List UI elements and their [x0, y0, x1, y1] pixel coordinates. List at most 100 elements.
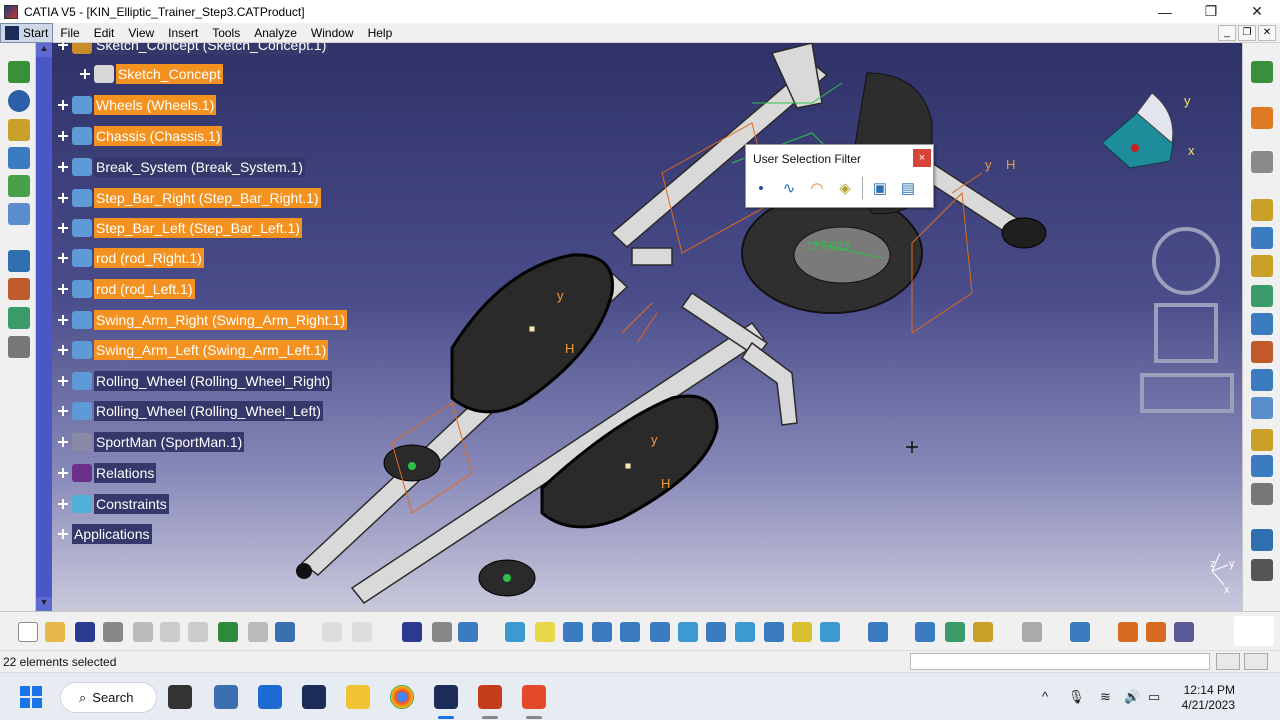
command-input[interactable]: [910, 653, 1210, 670]
help-icon[interactable]: [275, 622, 295, 642]
new-file-icon[interactable]: [18, 622, 38, 642]
menu-file[interactable]: File: [53, 26, 86, 40]
catalog-icon[interactable]: [8, 336, 30, 358]
expand-icon[interactable]: [58, 284, 68, 294]
manipulate-icon[interactable]: [1251, 199, 1273, 221]
close-window-button[interactable]: ✕: [1234, 0, 1280, 23]
iso-view-icon[interactable]: [735, 622, 755, 642]
parameters-icon[interactable]: [458, 622, 478, 642]
snipping-tool-icon[interactable]: [522, 685, 546, 709]
measure-between-icon[interactable]: [915, 622, 935, 642]
hide-show-icon[interactable]: [764, 622, 784, 642]
component-icon[interactable]: [8, 278, 30, 300]
product-icon[interactable]: [8, 61, 30, 83]
pan-icon[interactable]: [563, 622, 583, 642]
fit-all-icon[interactable]: [535, 622, 555, 642]
render-style-icon[interactable]: [820, 622, 840, 642]
texture-icon[interactable]: [1146, 622, 1166, 642]
expand-icon[interactable]: [58, 406, 68, 416]
expand-icon[interactable]: [58, 315, 68, 325]
expand-icon[interactable]: [58, 437, 68, 447]
expand-icon[interactable]: [58, 100, 68, 110]
reuse-pattern-icon[interactable]: [1251, 455, 1273, 477]
fix-icon[interactable]: [1251, 397, 1273, 419]
analysis-icon[interactable]: [868, 622, 888, 642]
microphone-icon[interactable]: 🎙: [1068, 689, 1085, 705]
file-explorer-icon[interactable]: [346, 685, 370, 709]
print-icon[interactable]: [103, 622, 123, 642]
mechanism-icon[interactable]: [8, 90, 30, 112]
scroll-down-arrow-icon[interactable]: ▼: [36, 597, 52, 611]
menu-help[interactable]: Help: [361, 26, 400, 40]
explode-icon[interactable]: [1251, 255, 1273, 277]
doc-close-button[interactable]: ✕: [1258, 24, 1276, 41]
measure-item-icon[interactable]: [945, 622, 965, 642]
formula-icon[interactable]: [322, 622, 342, 642]
tree-structure-icon[interactable]: [8, 147, 30, 169]
table-icon[interactable]: [402, 622, 422, 642]
catia-active-icon[interactable]: [434, 685, 458, 709]
lock-icon[interactable]: [432, 622, 452, 642]
selection-filter-close-button[interactable]: ×: [913, 149, 931, 167]
network-app-icon[interactable]: [214, 685, 238, 709]
expand-icon[interactable]: [58, 162, 68, 172]
graph-icon[interactable]: [8, 203, 30, 225]
select-icon[interactable]: [1251, 107, 1273, 129]
new-component-icon[interactable]: [1251, 61, 1273, 83]
status-panel-button[interactable]: [1216, 653, 1240, 670]
refresh-icon[interactable]: [1022, 622, 1042, 642]
volume-filter-icon[interactable]: ◈: [834, 177, 856, 199]
zoom-in-icon[interactable]: [620, 622, 640, 642]
simulation-icon[interactable]: [1251, 529, 1273, 551]
angle-icon[interactable]: [1251, 369, 1273, 391]
expand-icon[interactable]: [58, 468, 68, 478]
open-folder-icon[interactable]: [45, 622, 65, 642]
expand-icon[interactable]: [58, 529, 68, 539]
measure-inertia-icon[interactable]: [973, 622, 993, 642]
feature-element-filter-icon[interactable]: ▣: [869, 177, 891, 199]
tree-scrollbar[interactable]: ▲ ▼: [36, 43, 52, 611]
paste-icon[interactable]: [188, 622, 208, 642]
curve-filter-icon[interactable]: ∿: [778, 177, 800, 199]
system-clock[interactable]: 12:14 PM 4/21/2023: [1178, 683, 1235, 713]
part-icon[interactable]: [8, 307, 30, 329]
expand-icon[interactable]: [58, 253, 68, 263]
catalog-browser-icon[interactable]: [1174, 622, 1194, 642]
wifi-icon[interactable]: ≋: [1100, 689, 1111, 705]
hierarchy-icon[interactable]: [8, 250, 30, 272]
update-icon[interactable]: [1251, 429, 1273, 451]
apply-material-icon[interactable]: [1118, 622, 1138, 642]
redo-icon[interactable]: [248, 622, 268, 642]
copy-icon[interactable]: [160, 622, 180, 642]
menu-tools[interactable]: Tools: [205, 26, 247, 40]
minimize-button[interactable]: —: [1142, 0, 1188, 23]
clash-icon[interactable]: [1251, 483, 1273, 505]
menu-view[interactable]: View: [121, 26, 161, 40]
menu-insert[interactable]: Insert: [161, 26, 205, 40]
chevron-up-icon[interactable]: ^: [1042, 689, 1048, 704]
geometry-filter-icon[interactable]: ▤: [897, 177, 919, 199]
restore-button[interactable]: ❐: [1188, 0, 1234, 23]
rotate-icon[interactable]: [592, 622, 612, 642]
point-filter-icon[interactable]: •: [750, 177, 772, 199]
multi-view-icon[interactable]: [706, 622, 726, 642]
expand-icon[interactable]: [58, 345, 68, 355]
powerpoint-icon[interactable]: [478, 685, 502, 709]
chrome-icon[interactable]: [390, 685, 414, 709]
expand-icon[interactable]: [58, 499, 68, 509]
expand-icon[interactable]: [58, 131, 68, 141]
comment-icon[interactable]: [352, 622, 372, 642]
doc-minimize-button[interactable]: _: [1218, 24, 1236, 41]
expand-icon[interactable]: [58, 223, 68, 233]
catia-taskbar-icon[interactable]: [302, 685, 326, 709]
snap-icon[interactable]: [1251, 227, 1273, 249]
gear-icon[interactable]: [1251, 559, 1273, 581]
taskbar-search[interactable]: ⌕ Search: [60, 682, 157, 713]
3d-viewport[interactable]: 177.023 y x y H y H y H z y x Sketch_Con…: [52, 43, 1242, 611]
task-view-icon[interactable]: [168, 685, 192, 709]
status-stop-button[interactable]: [1244, 653, 1268, 670]
swap-space-icon[interactable]: [792, 622, 812, 642]
store-icon[interactable]: [258, 685, 282, 709]
move-icon[interactable]: [1251, 151, 1273, 173]
save-icon[interactable]: [75, 622, 95, 642]
